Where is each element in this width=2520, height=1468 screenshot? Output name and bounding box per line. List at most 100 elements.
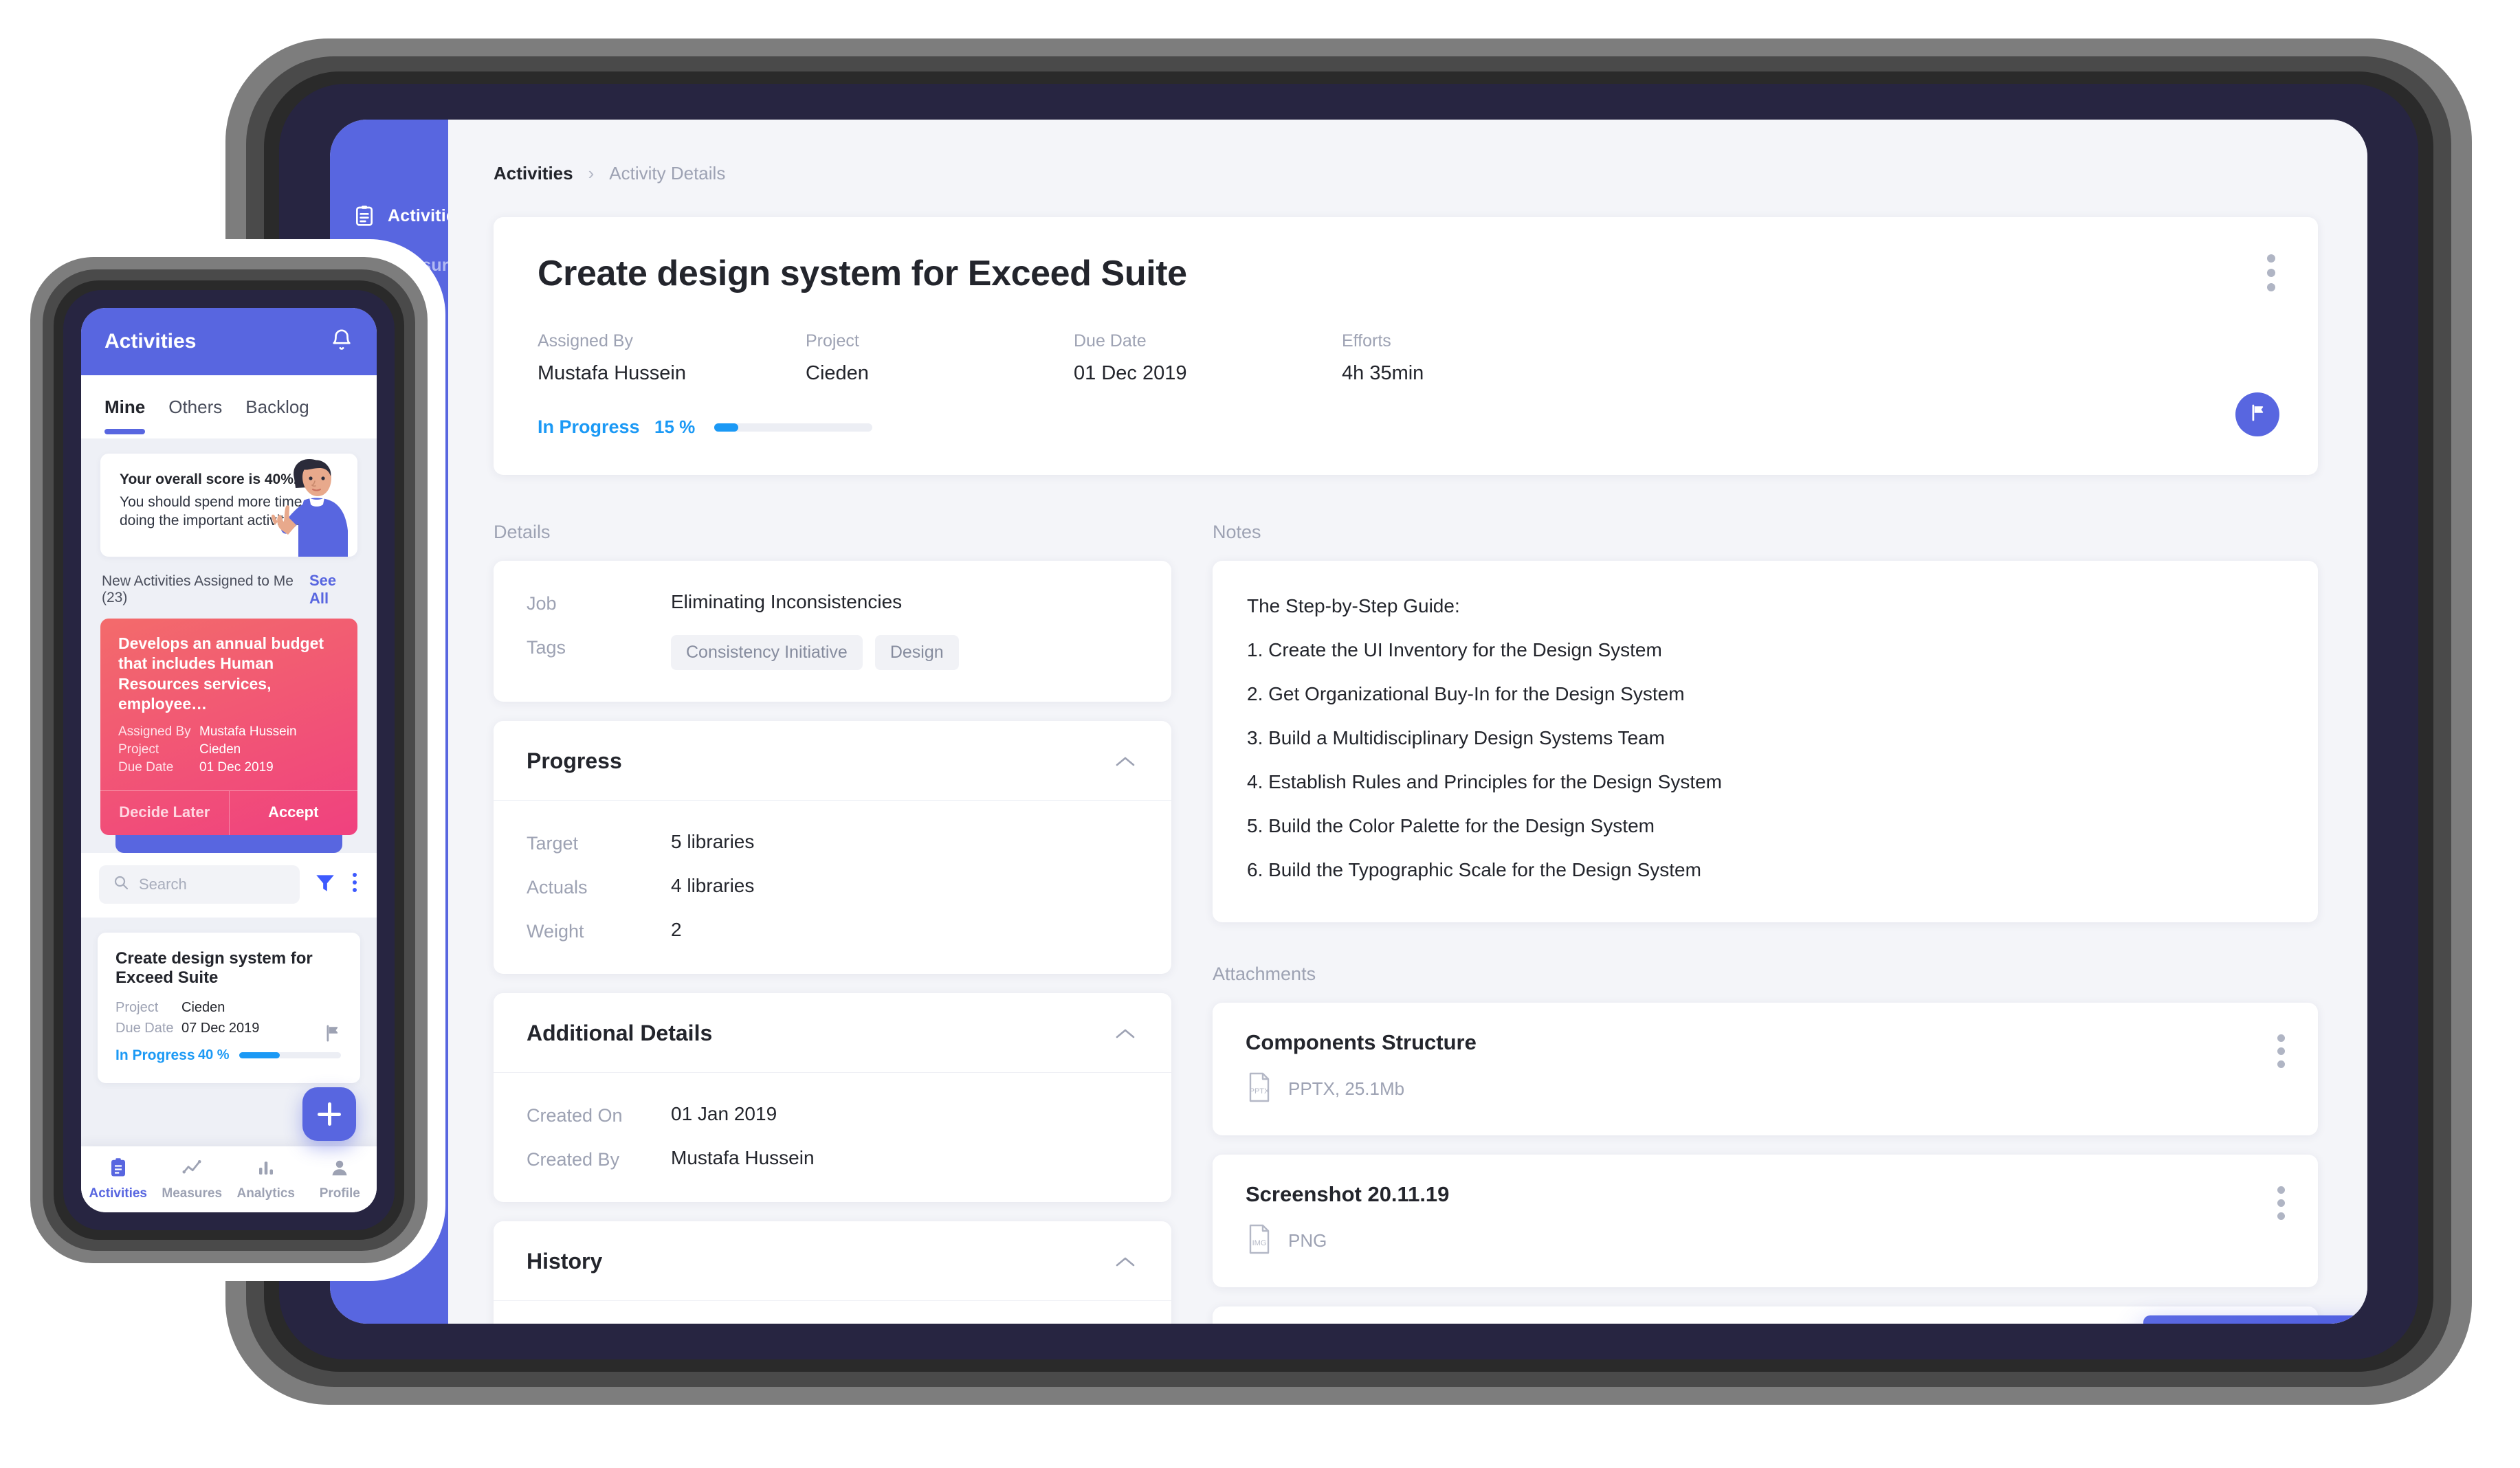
- clipboard-icon: [108, 1157, 129, 1181]
- additional-accordion-header[interactable]: Additional Details: [494, 993, 1171, 1073]
- chevron-up-icon[interactable]: [1115, 755, 1136, 768]
- notes-heading: The Step-by-Step Guide:: [1247, 595, 1460, 616]
- flag-button[interactable]: [2235, 392, 2279, 436]
- add-activity-fab[interactable]: [302, 1087, 356, 1141]
- svg-text:IMG: IMG: [1252, 1239, 1267, 1247]
- activity-row: Due Date 07 Dec 2019: [115, 1021, 342, 1036]
- tab-backlog[interactable]: Backlog: [245, 375, 309, 438]
- activity-title: Create design system for Exceed Suite: [115, 948, 313, 987]
- chevron-right-icon: ›: [588, 162, 595, 184]
- progress-rows: Target 5 libraries Actuals 4 libraries W…: [494, 801, 1171, 974]
- row-label: Due Date: [118, 759, 174, 775]
- section-title: History: [527, 1249, 603, 1274]
- meta-value: 01 Dec 2019: [1074, 362, 1187, 384]
- new-activity-title: Develops an annual budget that includes …: [118, 634, 324, 713]
- attachment-meta: PPTX PPTX, 25.1Mb: [1246, 1071, 2284, 1106]
- person-pointing-illustration: [235, 454, 353, 557]
- attachment-name: Components Structure: [1246, 1030, 1477, 1054]
- notes-section-label: Notes: [1213, 522, 1261, 542]
- kebab-menu-icon[interactable]: [2267, 254, 2275, 291]
- chevron-up-icon[interactable]: [1115, 1256, 1136, 1268]
- progress-percent-label: 40 %: [198, 1047, 230, 1063]
- tab-others[interactable]: Others: [168, 375, 222, 438]
- breadcrumb-parent[interactable]: Activities: [494, 163, 573, 184]
- score-card: Your overall score is 40%. You should sp…: [100, 454, 357, 557]
- detail-row-tags: Tags Consistency Initiative Design: [527, 635, 1133, 670]
- history-entries: Adam Sandler logged 3:00 hours. 10 Jun 2…: [494, 1301, 1171, 1324]
- kebab-menu-icon[interactable]: [2277, 1186, 2285, 1220]
- row-value: 4 libraries: [671, 875, 755, 896]
- phone-tabs: Mine Others Backlog: [81, 375, 377, 438]
- meta-label: Due Date: [1074, 331, 1147, 351]
- row-label: Created On: [527, 1105, 623, 1126]
- tag-chip[interactable]: Design: [874, 635, 959, 670]
- kebab-menu-icon[interactable]: [2277, 1034, 2285, 1068]
- bottom-nav-measures[interactable]: Measures: [155, 1157, 230, 1201]
- row-label: Project: [118, 742, 159, 757]
- details-section-label: Details: [494, 522, 551, 542]
- bell-icon[interactable]: [330, 329, 353, 355]
- activity-list-item[interactable]: Create design system for Exceed Suite Pr…: [98, 932, 360, 1083]
- search-placeholder: Search: [139, 875, 187, 893]
- flag-icon: [2247, 403, 2268, 427]
- additional-details-card: Additional Details Created On 01 Jan 201…: [494, 993, 1171, 1202]
- clipboard-icon: [353, 205, 375, 227]
- attachment-item[interactable]: Screenshot 20.11.19 IMG PNG: [1213, 1155, 2318, 1287]
- notes-line: 5. Build the Color Palette for the Desig…: [1247, 815, 1655, 836]
- activity-header-card: Create design system for Exceed Suite As…: [494, 217, 2318, 475]
- meta-assigned-by: Assigned By Mustafa Hussein: [538, 331, 806, 385]
- decide-later-button[interactable]: Decide Later: [100, 790, 230, 835]
- breadcrumb: Activities › Activity Details: [494, 159, 2318, 187]
- progress-accordion-header[interactable]: Progress: [494, 721, 1171, 801]
- assigned-section-label: New Activities Assigned to Me (23): [102, 573, 294, 605]
- phone-screen: Activities Mine Others Backlog Your over…: [81, 308, 377, 1212]
- flag-icon[interactable]: [322, 1023, 342, 1047]
- row-value: Mustafa Hussein: [671, 1147, 815, 1168]
- progress-percent-label: 15 %: [654, 416, 696, 437]
- svg-text:PPTX: PPTX: [1250, 1087, 1270, 1096]
- left-column: Details Job Eliminating Inconsistencies …: [494, 522, 1171, 1324]
- tab-mine[interactable]: Mine: [104, 375, 146, 438]
- history-card: History Adam Sandler logged 3:00 hours. …: [494, 1221, 1171, 1324]
- history-accordion-header[interactable]: History: [494, 1221, 1171, 1301]
- phone-app-bar: Activities: [81, 308, 377, 375]
- attachments-section-label: Attachments: [1213, 964, 1316, 984]
- screenshot-canvas: Activities Measures Activities › Activit…: [0, 0, 2520, 1468]
- status-progress-row: In Progress 15 %: [538, 416, 2274, 438]
- row-value: 01 Dec 2019: [199, 759, 274, 775]
- meta-label: Efforts: [1342, 331, 1391, 351]
- row-label: Weight: [527, 921, 584, 942]
- bottom-nav-analytics[interactable]: Analytics: [229, 1157, 303, 1201]
- meta-value: Mustafa Hussein: [538, 362, 686, 384]
- row-value: 2: [671, 919, 682, 940]
- tablet-screen: Activities Measures Activities › Activit…: [330, 120, 2367, 1324]
- additional-rows: Created On 01 Jan 2019 Created By Mustaf…: [494, 1073, 1171, 1202]
- row-label: Assigned By: [118, 724, 191, 739]
- row-value: 5 libraries: [671, 831, 755, 852]
- chevron-up-icon[interactable]: [1115, 1027, 1136, 1040]
- attachment-item[interactable]: Components Structure PPTX PPTX, 25.1Mb: [1213, 1003, 2318, 1135]
- row-label: Actuals: [527, 877, 588, 898]
- search-input[interactable]: Search: [99, 865, 300, 904]
- new-activity-actions: Decide Later Accept: [100, 790, 357, 835]
- search-icon: [113, 874, 129, 894]
- phone-device-frame: Activities Mine Others Backlog Your over…: [12, 239, 445, 1281]
- phone-body: Your overall score is 40%. You should sp…: [81, 438, 377, 853]
- bottom-nav-label: Measures: [162, 1186, 223, 1201]
- meta-due-date: Due Date 01 Dec 2019: [1074, 331, 1342, 385]
- row-label: Created By: [527, 1149, 620, 1170]
- sidebar-item-activities[interactable]: Activities: [330, 191, 465, 241]
- bottom-nav-profile[interactable]: Profile: [303, 1157, 377, 1201]
- row-value: Cieden: [181, 999, 225, 1015]
- page-title: Create design system for Exceed Suite: [538, 254, 1187, 293]
- kebab-menu-icon[interactable]: [351, 871, 359, 898]
- accept-button[interactable]: Accept: [230, 791, 358, 835]
- bar-chart-icon: [256, 1157, 276, 1181]
- tag-chip[interactable]: Consistency Initiative: [671, 635, 863, 670]
- log-button[interactable]: Log: [2143, 1315, 2367, 1324]
- attachment-filetype: PNG: [1288, 1230, 1327, 1251]
- see-all-link[interactable]: See All: [309, 572, 356, 608]
- filter-icon[interactable]: [313, 871, 337, 898]
- activity-meta-row: Assigned By Mustafa Hussein Project Cied…: [538, 331, 2274, 385]
- bottom-nav-activities[interactable]: Activities: [81, 1157, 155, 1201]
